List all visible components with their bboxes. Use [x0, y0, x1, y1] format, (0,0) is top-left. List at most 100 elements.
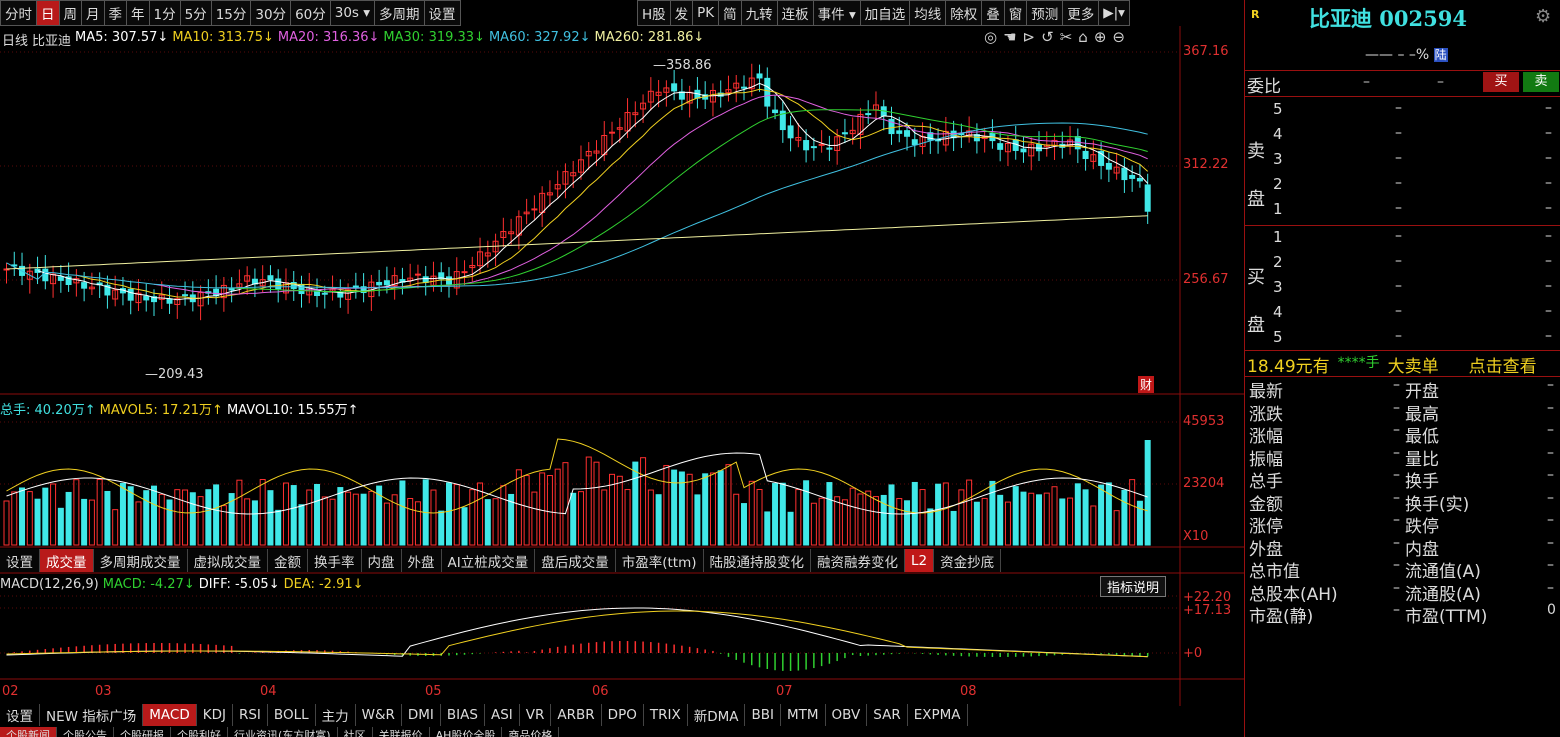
sell-button[interactable]: 卖 [1523, 72, 1559, 92]
indicator-tab-13[interactable]: L2 [905, 549, 935, 572]
bottom-tab-4[interactable]: 行业资讯(东方财富) [228, 727, 338, 737]
indicator-item-14[interactable]: TRIX [644, 704, 688, 726]
indicator-tab-6[interactable]: 内盘 [361, 549, 402, 572]
tool-button-7[interactable]: 加自选 [860, 0, 911, 26]
buy-button[interactable]: 买 [1483, 72, 1519, 92]
period-tab-12[interactable]: 多周期 [375, 0, 425, 26]
indicator-item-18[interactable]: OBV [826, 704, 868, 726]
indicator-tab-8[interactable]: AI立桩成交量 [441, 549, 536, 572]
indicator-item-15[interactable]: 新DMA [688, 704, 746, 726]
tool-button-5[interactable]: 连板 [777, 0, 814, 26]
bottom-tab-5[interactable]: 社区 [338, 727, 373, 737]
bottom-tab-1[interactable]: 个股公告 [57, 727, 114, 737]
big-order-text: 大卖单 [1387, 357, 1439, 377]
undo-icon[interactable]: ↺ [1041, 28, 1054, 46]
indicator-tab-2[interactable]: 多周期成交量 [93, 549, 188, 572]
indicator-item-16[interactable]: BBI [745, 704, 781, 726]
bottom-tab-8[interactable]: 商品价格 [502, 727, 560, 737]
tool-button-14[interactable]: ▶|▾ [1099, 0, 1130, 26]
big-order-link[interactable]: 点击查看 [1469, 352, 1537, 377]
period-tab-9[interactable]: 30分 [251, 0, 292, 26]
tool-button-6[interactable]: 事件 ▾ [813, 0, 861, 26]
indicator-item-9[interactable]: BIAS [441, 704, 485, 726]
indicator-tab-12[interactable]: 融资融券变化 [811, 549, 905, 572]
tool-button-1[interactable]: 发 [670, 0, 694, 26]
tool-button-0[interactable]: H股 [637, 0, 671, 26]
eye-icon[interactable]: ◎ [984, 28, 997, 46]
indicator-tab-14[interactable]: 资金抄底 [934, 549, 1002, 572]
indicator-help-button[interactable]: 指标说明 [1100, 576, 1167, 597]
finance-badge[interactable]: 财 [1138, 376, 1155, 393]
indicator-tab-7[interactable]: 外盘 [401, 549, 442, 572]
tool-button-4[interactable]: 九转 [741, 0, 778, 26]
indicator-item-17[interactable]: MTM [781, 704, 826, 726]
period-tab-6[interactable]: 1分 [149, 0, 181, 26]
period-tab-0[interactable]: 分时 [0, 0, 37, 26]
indicator-tab-0[interactable]: 设置 [0, 549, 40, 572]
candle-body [865, 113, 872, 116]
indicator-tab-3[interactable]: 虚拟成交量 [187, 549, 268, 572]
indicator-item-12[interactable]: ARBR [551, 704, 602, 726]
period-tab-7[interactable]: 5分 [180, 0, 212, 26]
bottom-tab-6[interactable]: 关联报价 [373, 727, 430, 737]
indicator-item-2[interactable]: MACD [143, 704, 197, 726]
big-order-row[interactable]: 18.49元有 ****手 大卖单 点击查看 [1247, 352, 1537, 377]
volume-bar [772, 483, 779, 546]
indicator-item-19[interactable]: SAR [867, 704, 908, 726]
stat-left-val-2: – [1393, 422, 1400, 438]
indicator-item-11[interactable]: VR [520, 704, 552, 726]
period-tab-2[interactable]: 周 [59, 0, 82, 26]
indicator-item-8[interactable]: DMI [402, 704, 441, 726]
period-tab-10[interactable]: 60分 [291, 0, 331, 26]
volume-bar [857, 493, 864, 546]
indicator-item-1[interactable]: NEW 指标广场 [40, 704, 144, 726]
bottom-tab-2[interactable]: 个股研报 [114, 727, 171, 737]
volume-bar [1144, 440, 1151, 546]
tool-button-13[interactable]: 更多 [1063, 0, 1100, 26]
bottom-tab-0[interactable]: 个股新闻 [0, 727, 57, 737]
candle-body [376, 281, 383, 286]
period-tab-4[interactable]: 季 [104, 0, 127, 26]
tool-button-9[interactable]: 除权 [946, 0, 983, 26]
period-tab-13[interactable]: 设置 [424, 0, 461, 26]
indicator-item-5[interactable]: BOLL [268, 704, 316, 726]
indicator-item-0[interactable]: 设置 [0, 704, 40, 726]
play-icon[interactable]: ⊳ [1023, 28, 1036, 46]
tool-button-12[interactable]: 预测 [1027, 0, 1064, 26]
period-tab-5[interactable]: 年 [127, 0, 150, 26]
settings-gear-icon[interactable]: ⚙ [1535, 6, 1551, 27]
period-tab-3[interactable]: 月 [82, 0, 105, 26]
tool-button-3[interactable]: 简 [719, 0, 742, 26]
indicator-item-10[interactable]: ASI [485, 704, 520, 726]
zoom-in-icon[interactable]: ⊕ [1094, 28, 1107, 46]
indicator-tab-9[interactable]: 盘后成交量 [535, 549, 616, 572]
bottom-tab-7[interactable]: AH股价全股 [430, 727, 503, 737]
hand-icon[interactable]: ☚ [1003, 28, 1016, 46]
indicator-tab-1[interactable]: 成交量 [40, 549, 94, 572]
volume-bar [849, 487, 856, 546]
tool-button-2[interactable]: PK [693, 0, 720, 26]
tool-button-8[interactable]: 均线 [910, 0, 947, 26]
zoom-out-icon[interactable]: ⊖ [1112, 28, 1125, 46]
stat-left-val-9: – [1393, 579, 1400, 596]
indicator-item-7[interactable]: W&R [356, 704, 402, 726]
indicator-tab-5[interactable]: 换手率 [308, 549, 362, 572]
indicator-item-3[interactable]: KDJ [197, 704, 233, 726]
period-tab-11[interactable]: 30s ▾ [330, 0, 376, 26]
indicator-item-6[interactable]: 主力 [316, 704, 356, 726]
indicator-item-4[interactable]: RSI [233, 704, 268, 726]
indicator-item-13[interactable]: DPO [602, 704, 644, 726]
scissors-icon[interactable]: ✂ [1060, 28, 1073, 46]
tool-button-11[interactable]: 窗 [1004, 0, 1028, 26]
bottom-tab-3[interactable]: 个股利好 [171, 727, 228, 737]
indicator-tab-10[interactable]: 市盈率(ttm) [615, 549, 704, 572]
indicator-tab-4[interactable]: 金额 [268, 549, 308, 572]
indicator-tab-11[interactable]: 陆股通持股变化 [703, 549, 811, 572]
period-tab-8[interactable]: 15分 [211, 0, 252, 26]
tool-button-10[interactable]: 叠 [982, 0, 1005, 26]
period-tab-1[interactable]: 日 [37, 0, 60, 26]
sell-level-2: 2 [1273, 175, 1283, 193]
indicator-item-20[interactable]: EXPMA [908, 704, 968, 726]
price-axis-label-2: 256.67 [1183, 272, 1229, 287]
lock-icon[interactable]: ⌂ [1078, 28, 1088, 46]
